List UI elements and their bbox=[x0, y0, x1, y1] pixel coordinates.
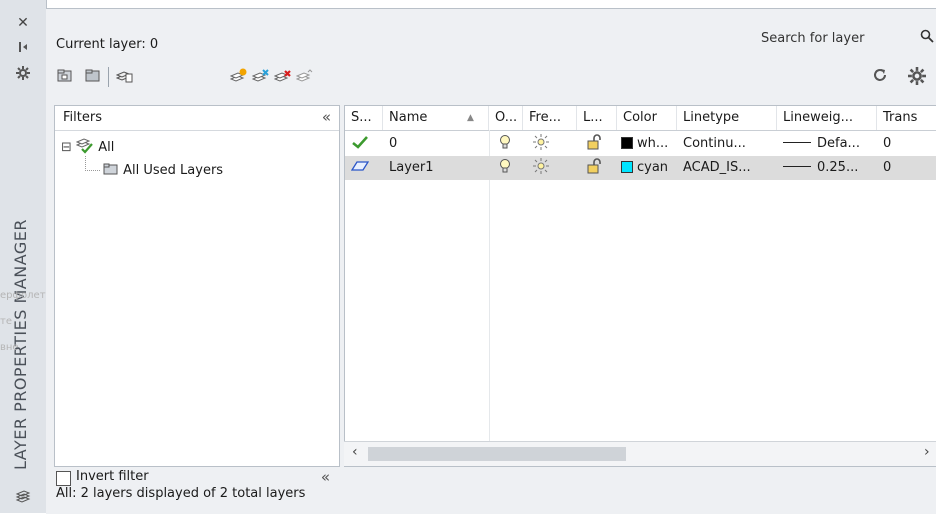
column-header-status[interactable]: S... bbox=[345, 106, 383, 130]
scroll-right-arrow[interactable]: › bbox=[924, 444, 930, 460]
toolbar-divider bbox=[108, 67, 109, 87]
layer-lineweight[interactable]: 0.25... bbox=[777, 156, 877, 180]
layer-row-1[interactable]: Layer1 cyan ACAD_IS... 0.25... 0 bbox=[345, 156, 936, 180]
status-line: All: 2 layers displayed of 2 total layer… bbox=[56, 486, 306, 501]
bulb-on-icon[interactable] bbox=[493, 156, 523, 180]
color-swatch bbox=[621, 137, 633, 149]
tree-connector bbox=[85, 156, 100, 171]
column-header-on[interactable]: O... bbox=[489, 106, 523, 130]
sort-ascending-icon: ▲ bbox=[467, 113, 474, 123]
filters-header: Filters « bbox=[55, 106, 339, 131]
ghost-text: ерфолет bbox=[0, 290, 46, 301]
search-placeholder: Search for layer bbox=[761, 31, 865, 46]
layer-list-header: S... Name ▲ O... Fre... L... Color Linet… bbox=[345, 106, 936, 131]
column-header-lineweight[interactable]: Lineweig... bbox=[777, 106, 877, 130]
lineweight-value: Defa... bbox=[817, 136, 860, 151]
collapse-filters-button[interactable]: « bbox=[322, 108, 331, 126]
ghost-text: те bbox=[0, 316, 12, 327]
column-header-name[interactable]: Name ▲ bbox=[383, 106, 489, 130]
filters-pane: Filters « ⊟ All All Used Layers bbox=[54, 105, 340, 467]
column-header-lock[interactable]: L... bbox=[577, 106, 617, 130]
layer-transparency[interactable]: 0 bbox=[877, 132, 936, 156]
layer-linetype[interactable]: Continu... bbox=[677, 132, 777, 156]
current-layer-label: Current layer: 0 bbox=[56, 37, 159, 52]
sun-thawed-icon[interactable] bbox=[527, 156, 567, 180]
settings-icon[interactable] bbox=[908, 67, 926, 87]
filter-label: All Used Layers bbox=[123, 163, 224, 178]
layer-name: 0 bbox=[389, 136, 398, 151]
invert-filter-label: Invert filter bbox=[76, 469, 149, 484]
filter-tree-all-used-layers[interactable]: All Used Layers bbox=[103, 162, 223, 178]
pin-icon[interactable] bbox=[12, 40, 34, 58]
layer-lineweight[interactable]: Defa... bbox=[777, 132, 877, 156]
lineweight-value: 0.25... bbox=[817, 160, 859, 175]
set-current-icon[interactable] bbox=[295, 67, 314, 85]
scroll-left-arrow[interactable]: ‹ bbox=[352, 444, 358, 460]
filter-tree-all[interactable]: ⊟ All bbox=[61, 138, 114, 155]
current-check-icon bbox=[345, 132, 383, 156]
new-layer-vp-frozen-icon[interactable] bbox=[251, 67, 270, 85]
color-swatch bbox=[621, 161, 633, 173]
invert-filter-checkbox[interactable] bbox=[56, 471, 71, 486]
layers-icon bbox=[12, 490, 34, 508]
layer-parallelogram-icon bbox=[345, 156, 383, 180]
layer-color[interactable]: cyan bbox=[621, 156, 679, 180]
column-header-freeze[interactable]: Fre... bbox=[523, 106, 577, 130]
refresh-icon[interactable] bbox=[872, 67, 888, 87]
layer-manager-panel: Current layer: 0 Search for layer Filter… bbox=[46, 8, 936, 514]
column-header-transparency[interactable]: Trans bbox=[877, 106, 936, 130]
layer-transparency[interactable]: 0 bbox=[877, 156, 936, 180]
settings-icon[interactable] bbox=[12, 66, 34, 84]
collapse-filters-bottom-button[interactable]: « bbox=[321, 468, 330, 486]
close-icon[interactable]: ✕ bbox=[12, 14, 34, 32]
unlocked-icon[interactable] bbox=[581, 156, 617, 180]
palette-title-strip: ✕ LAYER PROPERTIES MANAGER ерфолет те вн… bbox=[0, 0, 47, 513]
column-header-color[interactable]: Color bbox=[617, 106, 677, 130]
column-header-linetype[interactable]: Linetype bbox=[677, 106, 777, 130]
expand-toggle-icon[interactable]: ⊟ bbox=[61, 140, 72, 155]
used-layers-filter-icon bbox=[103, 163, 123, 178]
magnifier-icon[interactable] bbox=[920, 29, 934, 47]
new-property-filter-icon[interactable] bbox=[56, 67, 74, 85]
sun-thawed-icon[interactable] bbox=[527, 132, 567, 156]
horizontal-scrollbar[interactable]: ‹ › bbox=[344, 441, 936, 466]
lineweight-sample bbox=[783, 142, 811, 143]
layer-list: S... Name ▲ O... Fre... L... Color Linet… bbox=[344, 105, 936, 467]
color-name: wh... bbox=[637, 136, 669, 151]
unlocked-icon[interactable] bbox=[581, 132, 617, 156]
layer-color[interactable]: wh... bbox=[621, 132, 679, 156]
layer-name: Layer1 bbox=[389, 160, 434, 175]
new-group-filter-icon[interactable] bbox=[84, 67, 102, 85]
layer-states-manager-icon[interactable] bbox=[115, 67, 134, 85]
new-layer-icon[interactable] bbox=[229, 67, 248, 85]
ghost-text: вне bbox=[0, 342, 19, 353]
search-input[interactable]: Search for layer bbox=[758, 29, 936, 51]
scrollbar-thumb[interactable] bbox=[368, 447, 626, 461]
filter-label: All bbox=[98, 140, 115, 155]
layer-row-0[interactable]: 0 wh... Continu... Defa... 0 bbox=[345, 132, 936, 156]
all-filter-icon bbox=[75, 138, 98, 155]
column-header-name-label: Name bbox=[389, 110, 428, 125]
bulb-on-icon[interactable] bbox=[493, 132, 523, 156]
filters-title: Filters bbox=[63, 110, 102, 125]
delete-layer-icon[interactable] bbox=[273, 67, 292, 85]
column-divider bbox=[489, 130, 490, 466]
layer-linetype[interactable]: ACAD_IS... bbox=[677, 156, 777, 180]
lineweight-sample bbox=[783, 166, 811, 167]
color-name: cyan bbox=[637, 160, 669, 175]
